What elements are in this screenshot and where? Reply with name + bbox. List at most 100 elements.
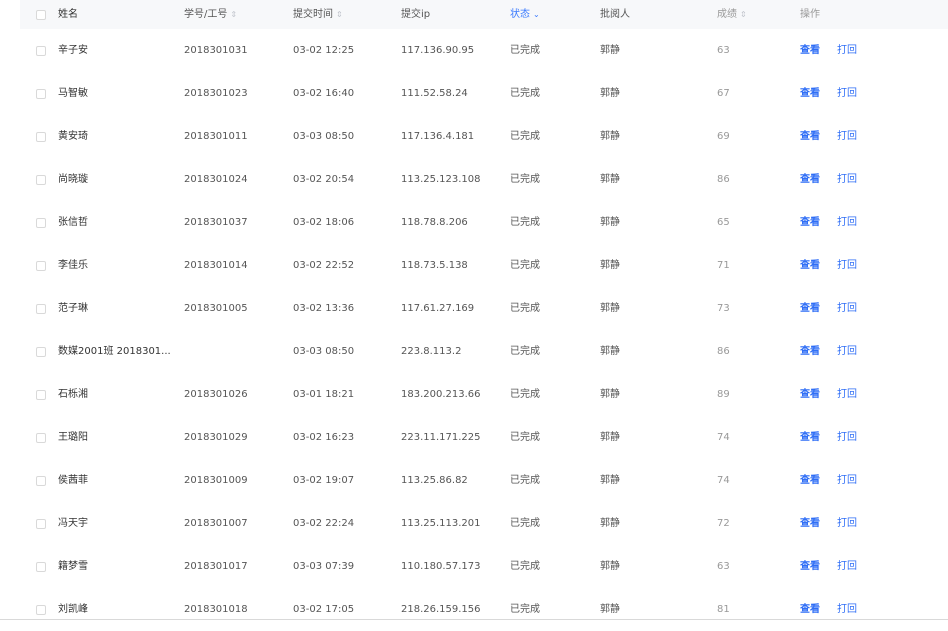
row-checkbox[interactable] (36, 346, 46, 357)
status-text: 已完成 (510, 388, 540, 400)
sort-icon[interactable]: ⇕ (230, 10, 237, 19)
row-actions: 查看 打回 (800, 130, 857, 144)
row-checkbox[interactable] (36, 174, 46, 185)
view-link[interactable]: 查看 (800, 432, 820, 443)
score-value: 67 (717, 87, 730, 99)
row-checkbox[interactable] (36, 88, 46, 99)
return-link[interactable]: 打回 (837, 475, 857, 486)
submit-time: 03-02 17:05 (293, 603, 355, 615)
row-checkbox[interactable] (36, 45, 46, 56)
row-checkbox[interactable] (36, 518, 46, 529)
row-checkbox[interactable] (36, 303, 46, 314)
view-link[interactable]: 查看 (800, 389, 820, 400)
submit-ip: 223.8.113.2 (401, 345, 462, 357)
submit-time: 03-02 16:40 (293, 87, 355, 99)
view-link[interactable]: 查看 (800, 346, 820, 357)
submit-time: 03-02 22:24 (293, 517, 355, 529)
sort-icon[interactable]: ⇕ (336, 10, 343, 19)
row-actions: 查看 打回 (800, 560, 857, 574)
return-link[interactable]: 打回 (837, 131, 857, 142)
row-actions: 查看 打回 (800, 474, 857, 488)
submit-ip: 218.26.159.156 (401, 603, 481, 615)
header-id[interactable]: 学号/工号 ⇕ (184, 0, 237, 29)
return-link[interactable]: 打回 (837, 432, 857, 443)
view-link[interactable]: 查看 (800, 260, 820, 271)
student-name: 侯茜菲 (58, 474, 88, 486)
view-link[interactable]: 查看 (800, 45, 820, 56)
header-ip: 提交ip (401, 9, 431, 20)
submit-ip: 113.25.86.82 (401, 474, 468, 486)
view-link[interactable]: 查看 (800, 303, 820, 314)
submit-time: 03-02 12:25 (293, 44, 355, 56)
header-score[interactable]: 成绩 ⇕ (717, 0, 747, 29)
submit-ip: 110.180.57.173 (401, 560, 481, 572)
row-checkbox[interactable] (36, 475, 46, 486)
submit-ip: 111.52.58.24 (401, 87, 468, 99)
return-link[interactable]: 打回 (837, 45, 857, 56)
row-checkbox[interactable] (36, 131, 46, 142)
row-checkbox[interactable] (36, 260, 46, 271)
submit-ip: 183.200.213.66 (401, 388, 481, 400)
row-checkbox[interactable] (36, 432, 46, 443)
return-link[interactable]: 打回 (837, 346, 857, 357)
header-status-filter[interactable]: 状态 ⌄ (510, 0, 540, 29)
status-text: 已完成 (510, 87, 540, 99)
student-id: 2018301009 (184, 474, 248, 486)
table-row: 侯茜菲 2018301009 03-02 19:07 113.25.86.82 已完成 郭… (20, 459, 948, 502)
submit-time: 03-02 20:54 (293, 173, 355, 185)
view-link[interactable]: 查看 (800, 131, 820, 142)
return-link[interactable]: 打回 (837, 88, 857, 99)
sort-icon[interactable]: ⇕ (740, 10, 747, 19)
student-id: 2018301018 (184, 603, 248, 615)
return-link[interactable]: 打回 (837, 389, 857, 400)
header-name: 姓名 (58, 9, 78, 20)
row-checkbox[interactable] (36, 604, 46, 615)
row-actions: 查看 打回 (800, 345, 857, 359)
student-name: 辛子安 (58, 44, 88, 56)
status-text: 已完成 (510, 173, 540, 185)
table-row: 马智敏 2018301023 03-02 16:40 111.52.58.24 已完成 郭… (20, 72, 948, 115)
status-text: 已完成 (510, 431, 540, 443)
grader-name: 郭静 (600, 44, 620, 56)
grader-name: 郭静 (600, 388, 620, 400)
return-link[interactable]: 打回 (837, 518, 857, 529)
header-time[interactable]: 提交时间 ⇕ (293, 0, 343, 29)
submit-ip: 223.11.171.225 (401, 431, 481, 443)
return-link[interactable]: 打回 (837, 174, 857, 185)
table-row: 数媒2001班 2018301... 03-03 08:50 223.8.113.2… (20, 330, 948, 373)
grader-name: 郭静 (600, 345, 620, 357)
row-actions: 查看 打回 (800, 87, 857, 101)
student-name: 石栎湘 (58, 388, 88, 400)
view-link[interactable]: 查看 (800, 518, 820, 529)
view-link[interactable]: 查看 (800, 561, 820, 572)
submit-time: 03-03 07:39 (293, 560, 355, 572)
view-link[interactable]: 查看 (800, 217, 820, 228)
score-value: 63 (717, 44, 730, 56)
view-link[interactable]: 查看 (800, 88, 820, 99)
view-link[interactable]: 查看 (800, 475, 820, 486)
table-row: 籍梦雪 2018301017 03-03 07:39 110.180.57.173 已完… (20, 545, 948, 588)
status-text: 已完成 (510, 560, 540, 572)
score-value: 74 (717, 474, 730, 486)
student-id: 2018301024 (184, 173, 248, 185)
student-name: 张信哲 (58, 216, 88, 228)
return-link[interactable]: 打回 (837, 561, 857, 572)
return-link[interactable]: 打回 (837, 217, 857, 228)
student-name: 黄安琦 (58, 130, 88, 142)
row-checkbox[interactable] (36, 561, 46, 572)
submit-time: 03-02 18:06 (293, 216, 355, 228)
view-link[interactable]: 查看 (800, 604, 820, 615)
student-name: 籍梦雪 (58, 560, 88, 572)
return-link[interactable]: 打回 (837, 260, 857, 271)
row-actions: 查看 打回 (800, 173, 857, 187)
status-text: 已完成 (510, 603, 540, 615)
return-link[interactable]: 打回 (837, 303, 857, 314)
row-actions: 查看 打回 (800, 388, 857, 402)
select-all-checkbox[interactable] (36, 9, 46, 20)
row-checkbox[interactable] (36, 217, 46, 228)
chevron-down-icon[interactable]: ⌄ (533, 10, 540, 19)
view-link[interactable]: 查看 (800, 174, 820, 185)
student-id: 2018301011 (184, 130, 248, 142)
row-checkbox[interactable] (36, 389, 46, 400)
return-link[interactable]: 打回 (837, 604, 857, 615)
